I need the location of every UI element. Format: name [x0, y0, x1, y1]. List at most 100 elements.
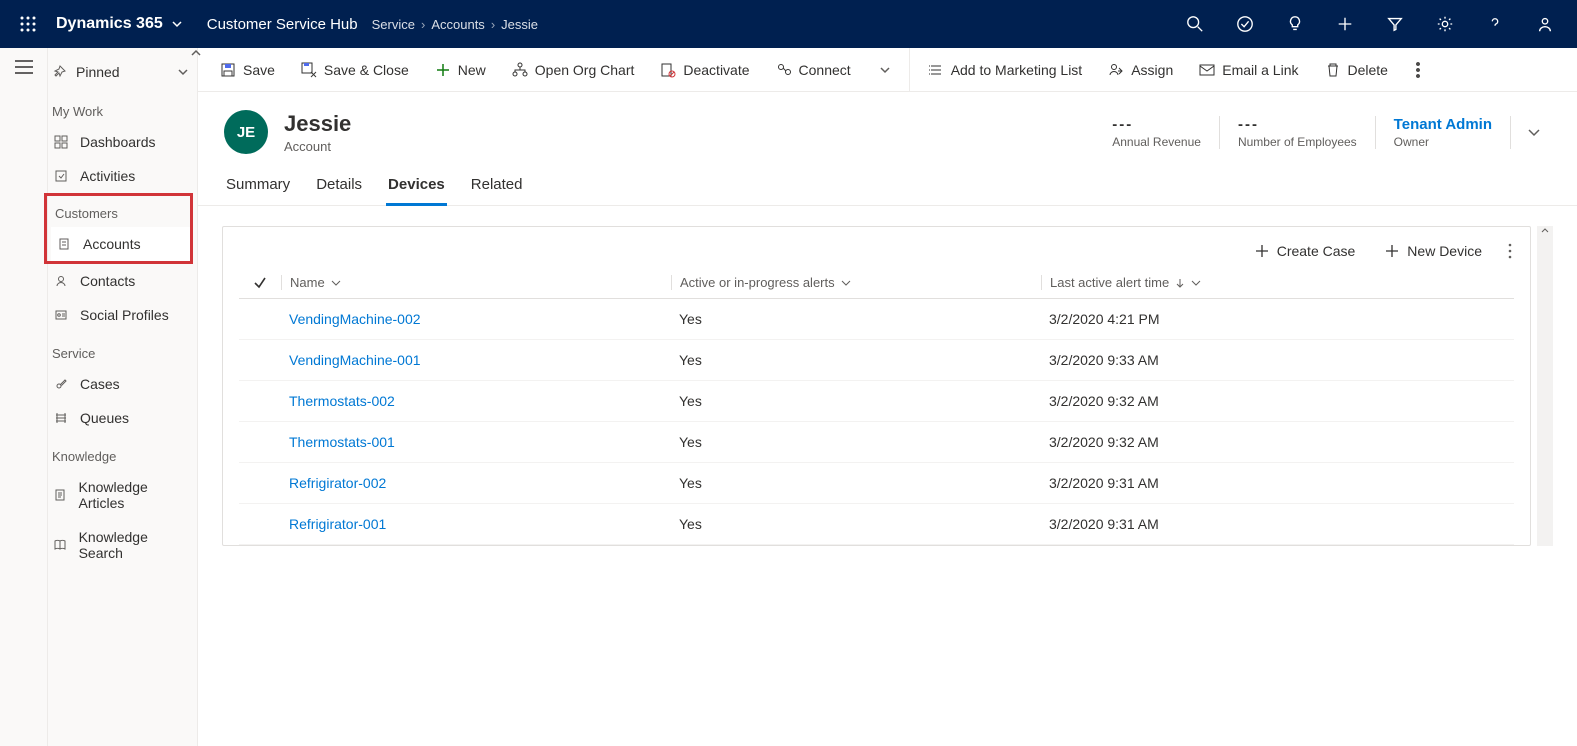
connect-split-button[interactable]: [865, 48, 910, 92]
trash-icon: [1325, 62, 1341, 78]
sidebar-item-label: Knowledge Search: [79, 529, 187, 561]
app-name[interactable]: Customer Service Hub: [193, 16, 372, 33]
delete-button[interactable]: Delete: [1313, 48, 1400, 92]
device-name-link[interactable]: Thermostats-002: [281, 393, 671, 409]
device-name-link[interactable]: Refrigirator-002: [281, 475, 671, 491]
sidebar-item-queues[interactable]: Queues: [48, 401, 197, 435]
column-label: Active or in-progress alerts: [680, 275, 835, 290]
header-metric-annual-revenue[interactable]: --- Annual Revenue: [1094, 116, 1220, 149]
sidebar-item-social-profiles[interactable]: Social Profiles: [48, 298, 197, 332]
device-time-cell: 3/2/2020 4:21 PM: [1041, 311, 1514, 327]
plus-icon[interactable]: [1323, 0, 1367, 48]
filter-icon[interactable]: [1373, 0, 1417, 48]
cmd-label: Save & Close: [324, 62, 409, 78]
sidebar-item-activities[interactable]: Activities: [48, 159, 197, 193]
table-row[interactable]: Thermostats-001Yes3/2/2020 9:32 AM: [239, 422, 1514, 463]
sidebar-item-cases[interactable]: Cases: [48, 367, 197, 401]
subgrid-overflow-button[interactable]: [1500, 237, 1520, 265]
device-time-cell: 3/2/2020 9:31 AM: [1041, 475, 1514, 491]
scroll-up-arrow-icon[interactable]: [1541, 226, 1549, 234]
sidebar-item-accounts[interactable]: Accounts: [51, 227, 190, 261]
cmd-label: New: [458, 62, 486, 78]
column-header-time[interactable]: Last active alert time: [1041, 275, 1514, 290]
column-header-name[interactable]: Name: [281, 275, 671, 290]
deactivate-button[interactable]: Deactivate: [648, 48, 761, 92]
sidebar-item-label: Contacts: [80, 273, 135, 289]
table-row[interactable]: Thermostats-002Yes3/2/2020 9:32 AM: [239, 381, 1514, 422]
hamburger-icon[interactable]: [15, 60, 33, 74]
cmd-label: Deactivate: [683, 62, 749, 78]
cmd-label: Assign: [1131, 62, 1173, 78]
device-alerts-cell: Yes: [671, 311, 1041, 327]
device-time-cell: 3/2/2020 9:33 AM: [1041, 352, 1514, 368]
table-row[interactable]: VendingMachine-002Yes3/2/2020 4:21 PM: [239, 299, 1514, 340]
cases-icon: [52, 377, 70, 391]
social-icon: [52, 308, 70, 322]
breadcrumb-item[interactable]: Service: [372, 17, 415, 32]
connect-button[interactable]: Connect: [764, 48, 863, 92]
user-icon[interactable]: [1523, 0, 1567, 48]
search-icon[interactable]: [1173, 0, 1217, 48]
help-icon[interactable]: [1473, 0, 1517, 48]
save-close-button[interactable]: Save & Close: [289, 48, 421, 92]
add-to-marketing-list-button[interactable]: Add to Marketing List: [916, 48, 1095, 92]
record-title: Jessie: [284, 111, 351, 137]
table-row[interactable]: Refrigirator-001Yes3/2/2020 9:31 AM: [239, 504, 1514, 545]
header-metric-employees[interactable]: --- Number of Employees: [1220, 116, 1376, 149]
sidebar-item-knowledge-articles[interactable]: Knowledge Articles: [48, 470, 197, 520]
vertical-scrollbar[interactable]: [1537, 226, 1553, 546]
table-row[interactable]: Refrigirator-002Yes3/2/2020 9:31 AM: [239, 463, 1514, 504]
device-name-link[interactable]: Thermostats-001: [281, 434, 671, 450]
scroll-up-arrow-icon[interactable]: [191, 48, 203, 60]
sidebar-group-customers: Customers: [51, 196, 190, 227]
tab-related[interactable]: Related: [469, 170, 525, 205]
tab-details[interactable]: Details: [314, 170, 364, 205]
device-name-link[interactable]: VendingMachine-001: [281, 352, 671, 368]
product-brand[interactable]: Dynamics 365: [46, 15, 193, 33]
breadcrumb-item[interactable]: Jessie: [501, 17, 538, 32]
save-icon: [220, 62, 236, 78]
assign-button[interactable]: Assign: [1096, 48, 1185, 92]
column-header-alerts[interactable]: Active or in-progress alerts: [671, 275, 1041, 290]
sidebar-toggle-column: [0, 48, 48, 746]
cmd-label: Delete: [1348, 62, 1388, 78]
app-launcher-icon[interactable]: [10, 0, 46, 48]
device-alerts-cell: Yes: [671, 352, 1041, 368]
sidebar-group-mywork: My Work: [48, 90, 197, 125]
record-header: JE Jessie Account --- Annual Revenue ---…: [198, 92, 1577, 160]
grid-header-row: Name Active or in-progress alerts Last a…: [239, 269, 1514, 299]
deactivate-icon: [660, 62, 676, 78]
header-expand-button[interactable]: [1511, 125, 1551, 139]
email-link-button[interactable]: Email a Link: [1187, 48, 1310, 92]
org-chart-icon: [512, 62, 528, 78]
new-device-button[interactable]: New Device: [1373, 237, 1494, 265]
device-alerts-cell: Yes: [671, 393, 1041, 409]
gear-icon[interactable]: [1423, 0, 1467, 48]
new-button[interactable]: New: [423, 48, 498, 92]
command-bar: Save Save & Close New Open Org Chart Dea…: [198, 48, 1577, 92]
sidebar-pinned-section[interactable]: Pinned: [48, 48, 197, 90]
device-name-link[interactable]: VendingMachine-002: [281, 311, 671, 327]
tab-summary[interactable]: Summary: [224, 170, 292, 205]
tab-devices[interactable]: Devices: [386, 170, 447, 206]
save-button[interactable]: Save: [208, 48, 287, 92]
device-name-link[interactable]: Refrigirator-001: [281, 516, 671, 532]
create-case-button[interactable]: Create Case: [1243, 237, 1368, 265]
sidebar-item-knowledge-search[interactable]: Knowledge Search: [48, 520, 197, 570]
table-row[interactable]: VendingMachine-001Yes3/2/2020 9:33 AM: [239, 340, 1514, 381]
select-all-checkbox[interactable]: [239, 276, 281, 290]
header-metric-owner[interactable]: Tenant Admin Owner: [1376, 116, 1511, 149]
chevron-down-icon: [877, 62, 893, 78]
sidebar-item-contacts[interactable]: Contacts: [48, 264, 197, 298]
task-icon[interactable]: [1223, 0, 1267, 48]
sidebar-pinned-label: Pinned: [76, 64, 120, 80]
queues-icon: [52, 411, 70, 425]
sitemap-sidebar: Pinned My Work Dashboards Activities Cus…: [48, 48, 198, 746]
command-overflow-button[interactable]: [1402, 48, 1434, 92]
devices-subgrid: Create Case New Device: [222, 226, 1531, 546]
open-org-chart-button[interactable]: Open Org Chart: [500, 48, 647, 92]
breadcrumb-item[interactable]: Accounts: [431, 17, 484, 32]
sidebar-item-dashboards[interactable]: Dashboards: [48, 125, 197, 159]
lightbulb-icon[interactable]: [1273, 0, 1317, 48]
marketing-list-icon: [928, 62, 944, 78]
